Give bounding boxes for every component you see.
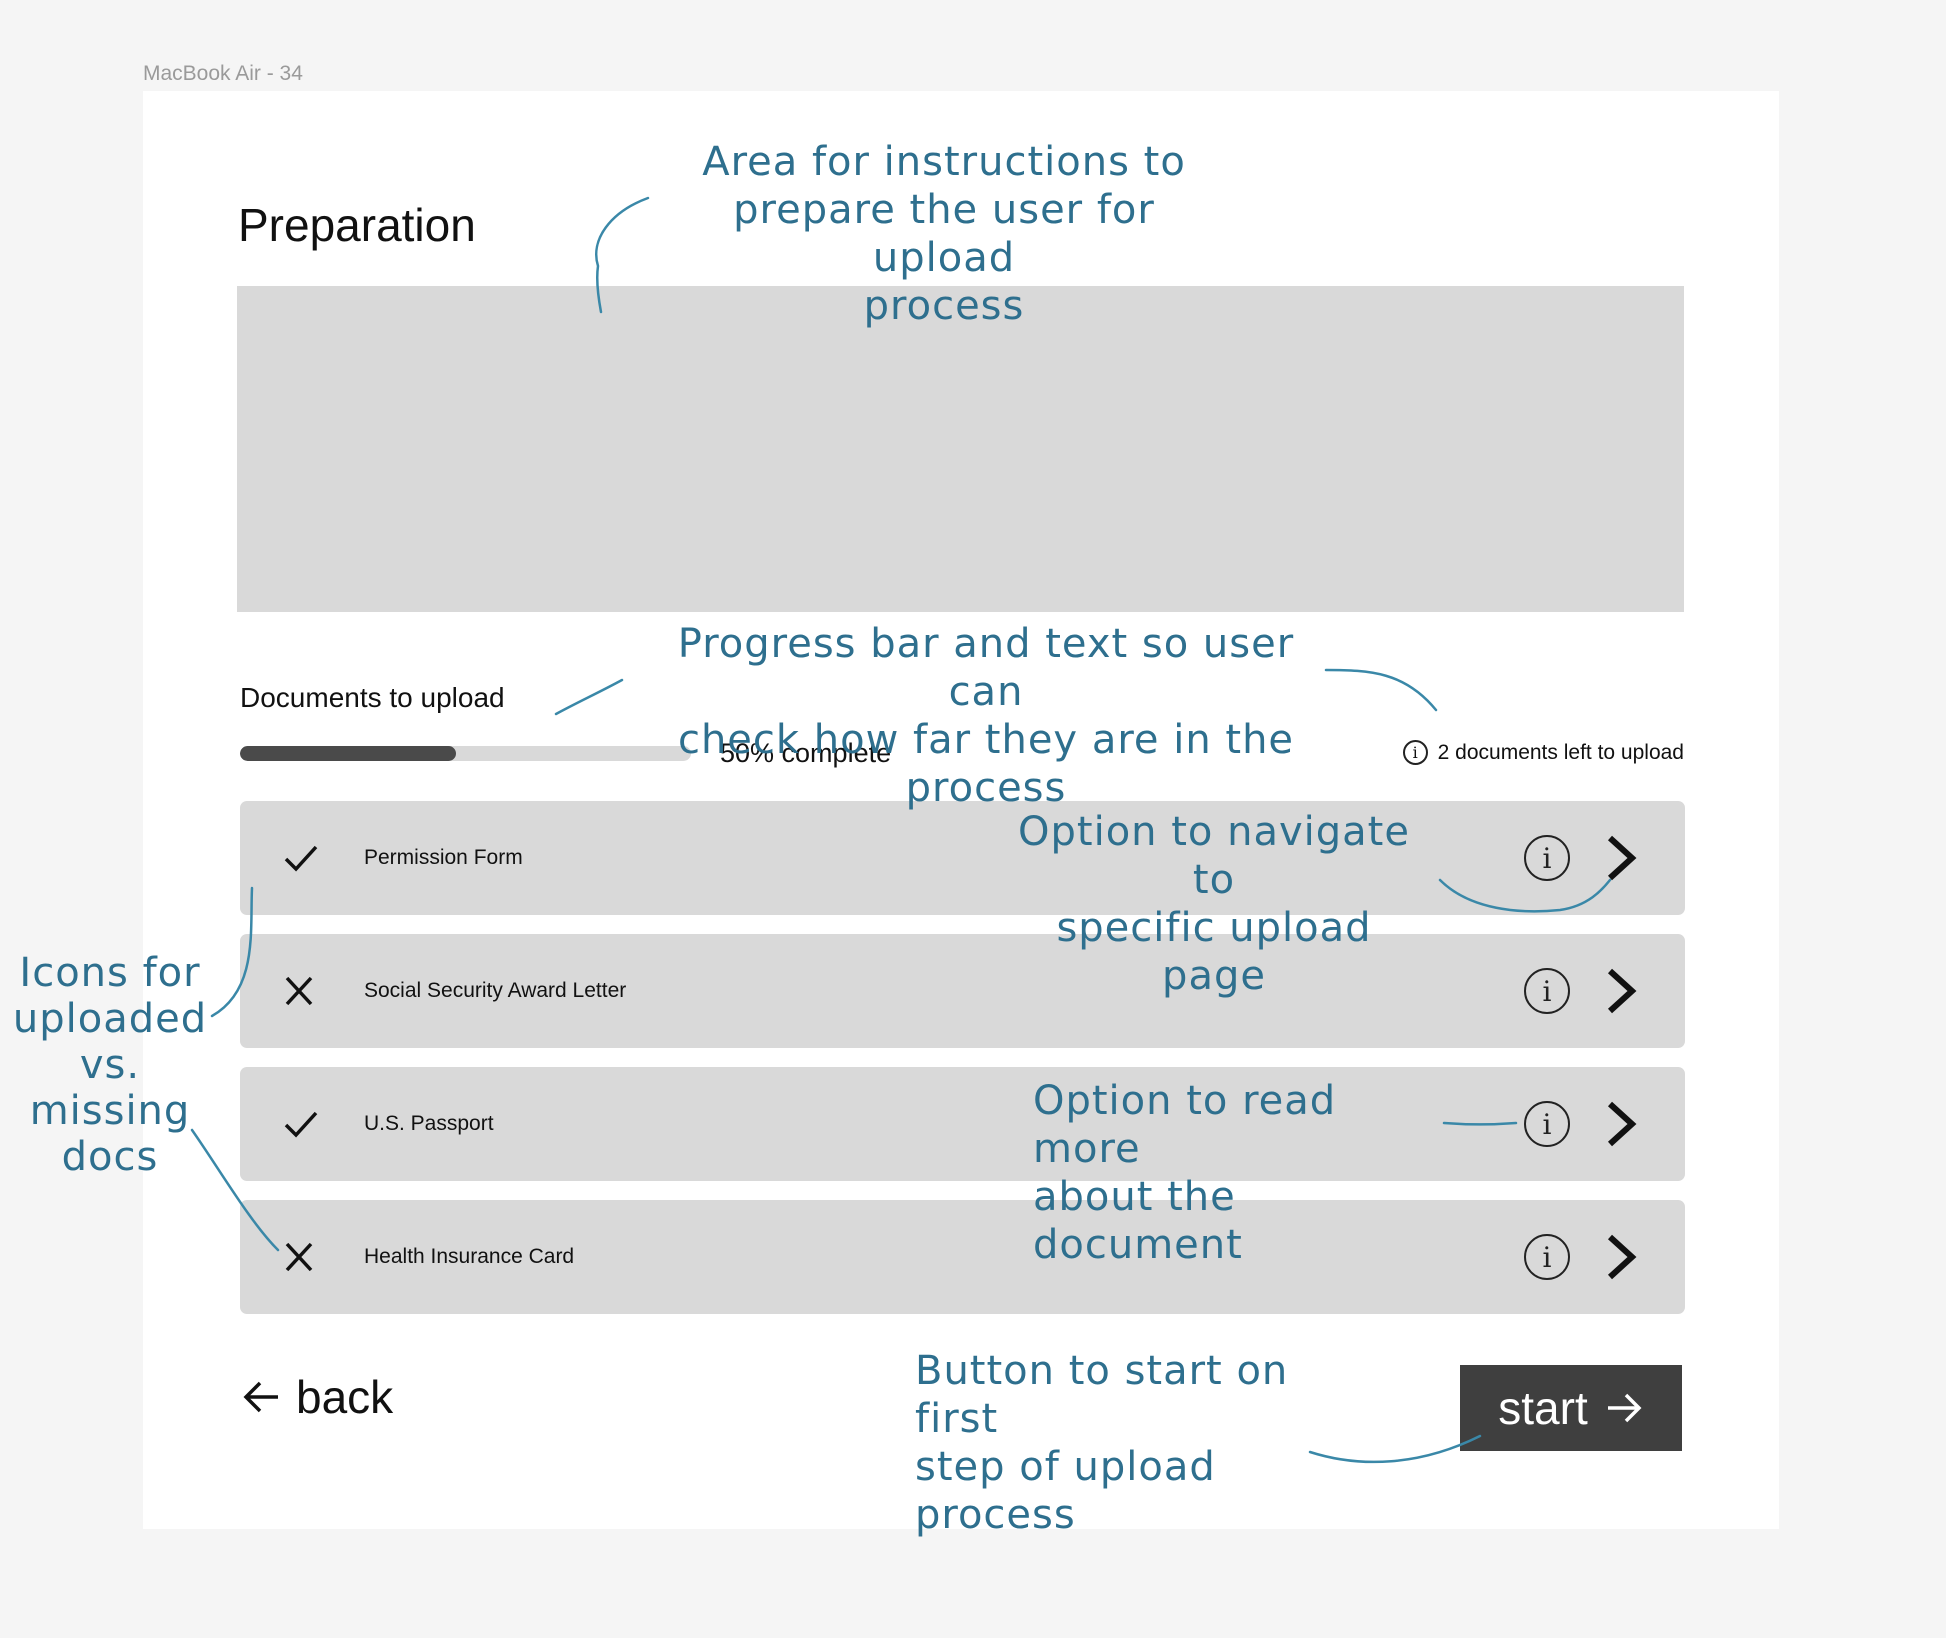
- annotation-instructions: Area for instructions to prepare the use…: [664, 138, 1224, 330]
- annotation-line: check how far they are in the: [677, 717, 1295, 763]
- annotation-line: about the document: [1033, 1174, 1243, 1268]
- annotation-line: vs.: [79, 1042, 141, 1088]
- document-label: Permission Form: [364, 846, 523, 869]
- annotation-icons: Icons for uploaded vs. missing docs: [10, 950, 210, 1180]
- annotation-line: missing: [29, 1088, 191, 1134]
- documents-heading: Documents to upload: [240, 682, 505, 713]
- info-button[interactable]: i: [1524, 1234, 1570, 1280]
- check-icon: [284, 1111, 318, 1138]
- chevron-right-icon[interactable]: [1604, 1100, 1638, 1148]
- start-label: start: [1498, 1382, 1588, 1434]
- document-label: Health Insurance Card: [364, 1245, 575, 1268]
- annotation-line: uploaded: [12, 996, 208, 1042]
- back-label: back: [296, 1371, 394, 1423]
- chevron-right-icon[interactable]: [1604, 1233, 1638, 1281]
- annotation-line: specific upload page: [1056, 905, 1372, 999]
- document-row[interactable]: U.S. Passport i: [240, 1067, 1685, 1181]
- annotation-line: Progress bar and text so user can: [677, 621, 1295, 715]
- chevron-right-icon[interactable]: [1604, 967, 1638, 1015]
- remaining-info: i 2 documents left to upload: [1402, 740, 1684, 765]
- frame-label: MacBook Air - 34: [143, 62, 303, 85]
- annotation-line: process: [863, 283, 1025, 329]
- annotation-line: Option to read more: [1033, 1078, 1337, 1172]
- check-icon: [284, 845, 318, 872]
- annotation-line: prepare the user for upload: [733, 187, 1155, 281]
- chevron-right-icon[interactable]: [1604, 834, 1638, 882]
- instructions-area: [237, 286, 1684, 612]
- document-label: U.S. Passport: [364, 1112, 494, 1135]
- annotation-start: Button to start on first step of upload …: [915, 1347, 1375, 1539]
- annotation-line: Option to navigate to: [1018, 809, 1410, 903]
- info-button[interactable]: i: [1524, 1101, 1570, 1147]
- document-row[interactable]: Social Security Award Letter i: [240, 934, 1685, 1048]
- annotation-progress: Progress bar and text so user can check …: [646, 620, 1326, 812]
- info-icon: i: [1402, 740, 1428, 765]
- annotation-line: Area for instructions to: [702, 139, 1186, 185]
- annotation-line: step of upload process: [915, 1444, 1216, 1538]
- page-title: Preparation: [238, 199, 476, 251]
- x-icon: [285, 1242, 313, 1272]
- annotation-read-more: Option to read more about the document: [1033, 1077, 1453, 1269]
- document-row[interactable]: Permission Form i: [240, 801, 1685, 915]
- document-row[interactable]: Health Insurance Card i: [240, 1200, 1685, 1314]
- arrow-left-icon: [243, 1381, 278, 1413]
- document-label: Social Security Award Letter: [364, 979, 627, 1002]
- annotation-line: Icons for: [19, 950, 201, 996]
- annotation-navigate: Option to navigate to specific upload pa…: [998, 808, 1430, 1000]
- info-button[interactable]: i: [1524, 968, 1570, 1014]
- x-icon: [285, 976, 313, 1006]
- annotation-line: docs: [61, 1134, 159, 1180]
- start-button[interactable]: start: [1460, 1365, 1682, 1451]
- progress-bar: [240, 746, 691, 761]
- back-button[interactable]: back: [242, 1370, 393, 1424]
- arrow-right-icon: [1607, 1393, 1642, 1423]
- remaining-text: 2 documents left to upload: [1437, 740, 1684, 764]
- annotation-line: Button to start on first: [915, 1348, 1289, 1442]
- annotation-line: process: [905, 765, 1067, 811]
- info-button[interactable]: i: [1524, 835, 1570, 881]
- progress-fill: [240, 746, 457, 761]
- document-list: Permission Form i Social Security Award …: [240, 801, 1685, 1333]
